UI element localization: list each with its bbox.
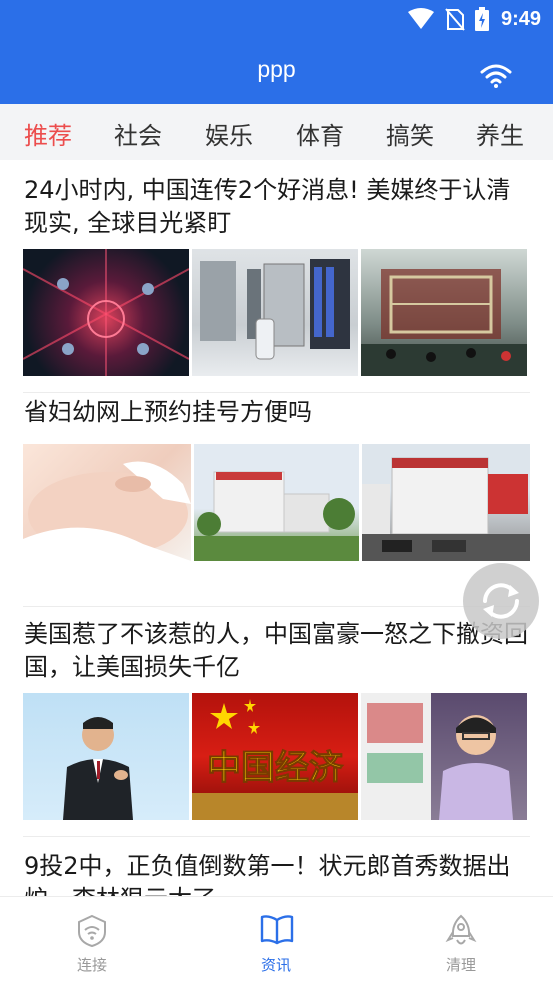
divider (23, 392, 530, 393)
no-sim-icon (445, 8, 465, 31)
clock-text: 9:49 (500, 7, 541, 30)
signal-icon (407, 8, 434, 29)
wifi-icon[interactable] (479, 62, 513, 88)
news-thumbnail[interactable] (23, 444, 191, 561)
news-thumbnail[interactable] (361, 249, 527, 376)
news-thumbnail[interactable] (23, 693, 189, 820)
news-thumbnail[interactable] (192, 249, 358, 376)
tab-entertainment[interactable]: 娱乐 (205, 116, 253, 151)
news-thumbnail[interactable] (362, 444, 530, 561)
shield-wifi-icon (78, 914, 106, 948)
image-caption: 中国经济 (207, 748, 344, 788)
news-thumbnail[interactable] (361, 693, 527, 820)
news-headline[interactable]: 9投2中，正负值倒数第一！状元郎首秀数据出炉，李林狠云太了 (24, 850, 529, 896)
tab-society[interactable]: 社会 (114, 116, 162, 151)
app-header: ppp (0, 38, 553, 104)
refresh-icon (483, 583, 519, 619)
refresh-button[interactable] (463, 563, 539, 639)
status-bar: 9:49 (0, 0, 553, 38)
tab-health[interactable]: 养生 (476, 116, 524, 151)
news-thumbnail[interactable] (194, 444, 359, 561)
tab-recommend[interactable]: 推荐 (24, 116, 72, 151)
app-root: 9:49 ppp 推荐 社会 娱乐 体育 搞笑 养生 24小时内, 中国连传2个… (0, 0, 553, 983)
nav-clean[interactable]: 清理 (401, 897, 521, 983)
news-thumbnail[interactable] (23, 249, 189, 376)
tab-funny[interactable]: 搞笑 (386, 116, 434, 151)
news-headline[interactable]: 省妇幼网上预约挂号方便吗 (24, 396, 529, 429)
news-headline[interactable]: 美国惹了不该惹的人，中国富豪一怒之下撤资回国，让美国损失千亿 (24, 618, 529, 684)
divider (23, 836, 530, 837)
tab-sports[interactable]: 体育 (296, 116, 344, 151)
category-tabs: 推荐 社会 娱乐 体育 搞笑 养生 (0, 104, 553, 160)
news-thumbnail[interactable]: 中国经济 (192, 693, 358, 820)
page-title: ppp (257, 56, 296, 82)
nav-label: 连接 (76, 956, 107, 974)
news-feed[interactable]: 24小时内, 中国连传2个好消息! 美媒终于认清现实, 全球目光紧盯 省妇幼网上… (0, 160, 553, 896)
book-icon (260, 915, 294, 945)
nav-connect[interactable]: 连接 (32, 897, 152, 983)
rocket-icon (445, 914, 477, 945)
bottom-nav: 连接 资讯 清理 (0, 896, 553, 983)
battery-icon (474, 7, 489, 31)
nav-label: 清理 (445, 956, 476, 974)
nav-news[interactable]: 资讯 (216, 897, 336, 983)
divider (23, 606, 530, 607)
news-headline[interactable]: 24小时内, 中国连传2个好消息! 美媒终于认清现实, 全球目光紧盯 (24, 174, 529, 240)
nav-label: 资讯 (260, 956, 291, 974)
